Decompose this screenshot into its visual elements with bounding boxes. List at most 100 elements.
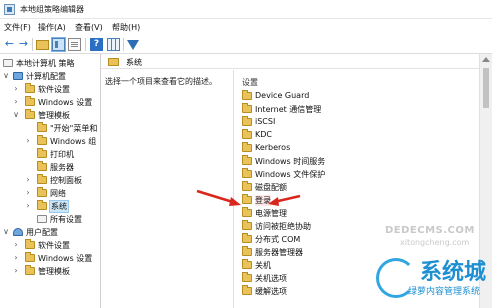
title-bar: 本地组策略编辑器	[0, 0, 492, 19]
folder-icon	[25, 109, 35, 119]
scroll-thumb[interactable]	[483, 68, 489, 108]
watermark-dedecms: DEDECMS.COM	[385, 225, 475, 236]
setting-label: Kerberos	[255, 143, 291, 152]
toolbar-separator	[85, 38, 86, 51]
chevron-right-icon[interactable]: ›	[12, 239, 20, 251]
tree-label: 服务器	[50, 163, 74, 172]
filter-icon[interactable]	[127, 40, 139, 50]
tree-label: 网络	[50, 189, 66, 198]
chevron-right-icon[interactable]: ›	[12, 83, 20, 95]
tree-label: Windows 组	[50, 137, 97, 146]
menu-action[interactable]: 操作(A)	[38, 22, 66, 33]
up-folder-icon[interactable]	[36, 40, 49, 50]
folder-icon	[25, 96, 35, 106]
setting-label: Device Guard	[255, 91, 310, 100]
folder-icon	[37, 135, 47, 145]
chevron-right-icon[interactable]: ›	[24, 174, 32, 186]
chevron-right-icon[interactable]: ›	[24, 135, 32, 147]
chevron-right-icon[interactable]: ›	[12, 265, 20, 277]
menu-file[interactable]: 文件(F)	[4, 22, 31, 33]
tree-label: 软件设置	[38, 85, 70, 94]
toolbar-separator	[123, 38, 124, 51]
tree-label: 管理模板	[38, 267, 70, 276]
tree-label: 计算机配置	[26, 72, 66, 81]
help-icon[interactable]: ?	[90, 38, 103, 51]
folder-icon	[37, 174, 47, 184]
back-arrow-icon[interactable]: ←	[3, 38, 16, 51]
folder-icon	[242, 142, 252, 152]
policy-doc-icon	[3, 59, 13, 67]
tree-label: 用户配置	[26, 228, 58, 237]
folder-icon	[108, 58, 119, 66]
menu-bar: 文件(F) 操作(A) 查看(V) 帮助(H)	[0, 19, 492, 35]
watermark-site: xitongcheng.com	[400, 238, 470, 247]
folder-icon	[25, 239, 35, 249]
setting-label: iSCSI	[255, 117, 276, 126]
chevron-down-icon[interactable]: ∨	[12, 109, 20, 121]
folder-icon	[242, 220, 252, 230]
folder-icon	[37, 122, 47, 132]
menu-help[interactable]: 帮助(H)	[112, 22, 140, 33]
tree-label: 本地计算机 策略	[16, 59, 75, 68]
tree-label: 管理模板	[38, 111, 70, 120]
folder-icon	[242, 272, 252, 282]
setting-label: KDC	[255, 130, 272, 139]
folder-icon	[37, 200, 47, 210]
setting-label: 缓解选项	[255, 287, 287, 296]
watermark-logo: 系统城 绿萝内容管理系统	[356, 250, 492, 308]
folder-icon	[25, 252, 35, 262]
tree-label: Windows 设置	[38, 254, 93, 263]
tree-label: 软件设置	[38, 241, 70, 250]
setting-label: 关机	[255, 261, 271, 270]
folder-icon	[37, 187, 47, 197]
folder-icon	[242, 207, 252, 217]
watermark-brand: 系统城	[420, 260, 487, 285]
tree-label: "开始"菜单和	[50, 124, 98, 133]
properties-icon[interactable]	[68, 38, 81, 51]
setting-label: 服务器管理器	[255, 248, 303, 257]
tree-label: 控制面板	[50, 176, 82, 185]
folder-icon	[242, 116, 252, 126]
folder-icon	[242, 259, 252, 269]
setting-label: 磁盘配额	[255, 183, 287, 192]
forward-arrow-icon[interactable]: →	[17, 38, 30, 51]
settings-column-header[interactable]: 设置	[242, 77, 258, 88]
toolbar-separator	[32, 38, 33, 51]
pane-divider[interactable]	[233, 70, 234, 308]
folder-icon	[37, 161, 47, 171]
tree-label: 打印机	[50, 150, 74, 159]
watermark-slogan: 绿萝内容管理系统	[408, 287, 481, 297]
scroll-up-icon[interactable]	[482, 57, 490, 62]
setting-label: 登录	[255, 195, 271, 206]
content-title: 系统	[126, 58, 142, 67]
tree-label: 所有设置	[50, 215, 82, 224]
chevron-right-icon[interactable]: ›	[24, 200, 32, 212]
folder-icon	[25, 83, 35, 93]
setting-label: 访问被拒绝协助	[255, 222, 311, 231]
folder-icon	[25, 265, 35, 275]
computer-icon	[13, 72, 23, 80]
folder-icon	[242, 285, 252, 295]
chevron-down-icon[interactable]: ∨	[2, 226, 10, 238]
chevron-right-icon[interactable]: ›	[24, 187, 32, 199]
folder-icon	[242, 90, 252, 100]
description-text: 选择一个项目来查看它的描述。	[105, 77, 217, 86]
folder-icon	[242, 246, 252, 256]
folder-icon	[242, 129, 252, 139]
folder-icon	[242, 194, 252, 204]
window-title: 本地组策略编辑器	[20, 5, 84, 14]
setting-label: 电源管理	[255, 209, 287, 218]
folder-icon	[242, 181, 252, 191]
setting-label: 关机选项	[255, 274, 287, 283]
tree-label: Windows 设置	[38, 98, 93, 107]
user-icon	[13, 228, 23, 236]
chevron-right-icon[interactable]: ›	[12, 96, 20, 108]
menu-view[interactable]: 查看(V)	[75, 22, 103, 33]
content-header: 系统	[101, 54, 479, 69]
view-icon[interactable]	[107, 38, 120, 51]
show-hide-tree-icon[interactable]	[51, 37, 66, 52]
chevron-right-icon[interactable]: ›	[12, 252, 20, 264]
chevron-down-icon[interactable]: ∨	[2, 70, 10, 82]
folder-icon	[242, 168, 252, 178]
folder-icon	[37, 148, 47, 158]
